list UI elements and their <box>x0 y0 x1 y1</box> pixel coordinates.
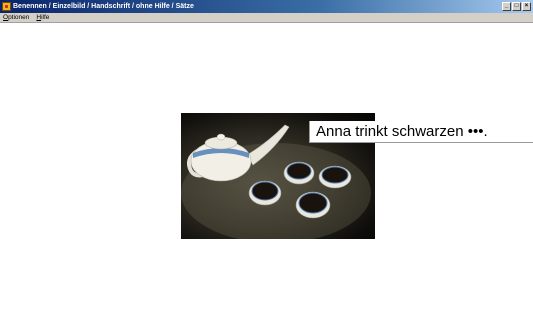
menu-optionen[interactable]: Optionen <box>0 14 33 21</box>
window-title: Benennen / Einzelbild / Handschrift / oh… <box>13 3 194 10</box>
sentence-prompt: Anna trinkt schwarzen •••. <box>309 121 533 143</box>
menu-bar: Optionen Hilfe <box>0 13 533 23</box>
tea-cup <box>318 165 352 189</box>
menu-hilfe[interactable]: Hilfe <box>33 14 53 21</box>
tea-cup <box>248 180 282 206</box>
tea-cup <box>295 191 331 219</box>
teapot-knob <box>216 133 226 141</box>
close-button[interactable]: × <box>522 2 531 11</box>
title-buttons: _ □ × <box>502 2 531 11</box>
title-bar[interactable]: Benennen / Einzelbild / Handschrift / oh… <box>0 0 533 13</box>
app-icon[interactable] <box>2 2 11 11</box>
minimize-button[interactable]: _ <box>502 2 511 11</box>
menu-optionen-label: ptionen <box>8 14 30 21</box>
maximize-button[interactable]: □ <box>512 2 521 11</box>
application-window: Benennen / Einzelbild / Handschrift / oh… <box>0 0 533 324</box>
tea-cup <box>283 161 315 185</box>
menu-hilfe-label: ilfe <box>41 14 50 21</box>
